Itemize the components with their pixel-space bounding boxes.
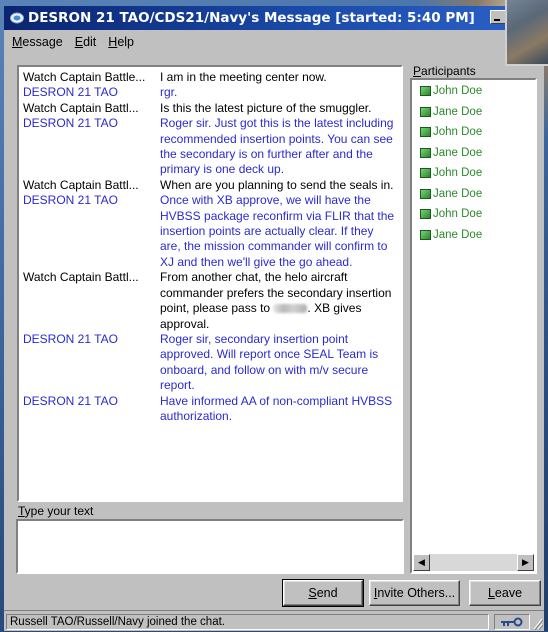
participant-name: John Doe [433,208,483,220]
participant-name: John Doe [433,167,483,179]
participant-item[interactable]: Jane Doe [412,104,535,125]
chat-message-row: DESRON 21 TAO Once with XB approve, we wi… [19,193,401,270]
participant-name: Jane Doe [433,187,483,200]
participant-icon [420,229,431,240]
chat-message-row: Watch Captain Battl... Is this the latest… [19,101,401,116]
message-input[interactable] [16,519,404,574]
message-sender: DESRON 21 TAO [23,393,118,408]
chat-app-icon [10,12,24,24]
menu-help[interactable]: Help [100,33,138,49]
background-photo-corner [505,0,548,66]
participant-icon [420,86,431,96]
participant-item[interactable]: Jane Doe [412,145,535,166]
chat-message-row: Watch Captain Battl... When are you plann… [19,178,401,193]
title-bar[interactable]: DESRON 21 TAO/CDS21/Navy's Message [star… [4,6,544,30]
chat-window: DESRON 21 TAO/CDS21/Navy's Message [star… [4,6,544,631]
participant-icon [420,127,431,137]
participant-name: John Doe [433,126,483,138]
chat-message-row: Watch Captain Battle... I am in the meeti… [19,70,401,85]
menu-bar: Message Edit Help [4,33,138,51]
message-sender: DESRON 21 TAO [23,85,118,100]
window-title: DESRON 21 TAO/CDS21/Navy's Message [star… [28,10,475,26]
participant-item[interactable]: John Doe [412,124,535,145]
message-sender: Watch Captain Battl... [23,100,139,115]
message-sender: Watch Captain Battle... [23,70,146,84]
message-sender: Watch Captain Battl... [23,177,139,192]
chat-transcript[interactable]: Watch Captain Battle... I am in the meeti… [17,65,403,502]
scroll-right-arrow-icon[interactable]: ▶ [517,554,534,571]
leave-button[interactable]: Leave [469,580,541,606]
message-text: Have informed AA of non-compliant HVBSS … [160,393,393,423]
redacted-text [273,304,308,314]
participant-name: Jane Doe [433,146,483,159]
message-text: I am in the meeting center now. [160,70,327,84]
message-text: Is this the latest picture of the smuggl… [160,100,372,115]
chat-message-row: Watch Captain Battl... From another chat,… [19,270,401,332]
participant-icon [420,168,431,178]
message-sender: Watch Captain Battl... [23,270,139,285]
participant-item[interactable]: John Doe [412,165,535,186]
message-text: When are you planning to send the seals … [160,177,394,192]
participants-label: Participants [413,64,476,78]
status-message: Russell TAO/Russell/Navy joined the chat… [6,614,489,630]
type-text-label: Type your text [18,504,94,518]
security-key-cell [494,614,530,630]
invite-others-button[interactable]: Invite Others... [369,580,460,606]
participant-icon [420,106,431,117]
message-text: From another chat, the helo aircraft com… [160,270,392,331]
message-text: Roger sir, secondary insertion point app… [160,331,379,393]
chat-message-row: DESRON 21 TAO Roger sir. Just got this is… [19,116,401,178]
participant-name: Jane Doe [433,105,483,118]
horizontal-scrollbar[interactable]: ◀ ▶ [413,554,534,571]
message-sender: DESRON 21 TAO [23,116,118,131]
message-sender: DESRON 21 TAO [23,193,118,208]
chat-message-row: DESRON 21 TAO Roger sir, secondary insert… [19,332,401,394]
participant-icon [420,147,431,158]
minimize-button[interactable] [490,10,506,24]
participants-list[interactable]: John Doe Jane Doe John Doe Jane Doe John Doe… [410,78,537,574]
participant-item[interactable]: Jane Doe [412,227,535,248]
participant-item[interactable]: John Doe [412,83,535,104]
menu-message[interactable]: Message [4,33,67,49]
message-sender: DESRON 21 TAO [23,331,118,346]
participant-name: Jane Doe [433,228,483,241]
message-text: Once with XB approve, we will have the H… [160,193,395,269]
chat-message-row: DESRON 21 TAO rgr. [19,85,401,100]
scroll-left-arrow-icon[interactable]: ◀ [413,554,430,571]
resize-grip-icon[interactable] [533,617,543,630]
chat-message-row: DESRON 21 TAO Have informed AA of non-com… [19,394,401,425]
participant-item[interactable]: John Doe [412,206,535,227]
participant-icon [420,188,431,199]
participant-name: John Doe [433,85,483,97]
key-icon [501,617,523,627]
participant-icon [420,209,431,219]
message-text: rgr. [160,85,178,100]
status-bar: Russell TAO/Russell/Navy joined the chat… [4,610,544,631]
participant-item[interactable]: Jane Doe [412,186,535,207]
participants-items: John Doe Jane Doe John Doe Jane Doe John Doe… [412,83,535,247]
message-text: Roger sir. Just got this is the latest i… [160,116,394,177]
menu-edit[interactable]: Edit [67,33,101,49]
send-button[interactable]: Send [282,579,364,607]
